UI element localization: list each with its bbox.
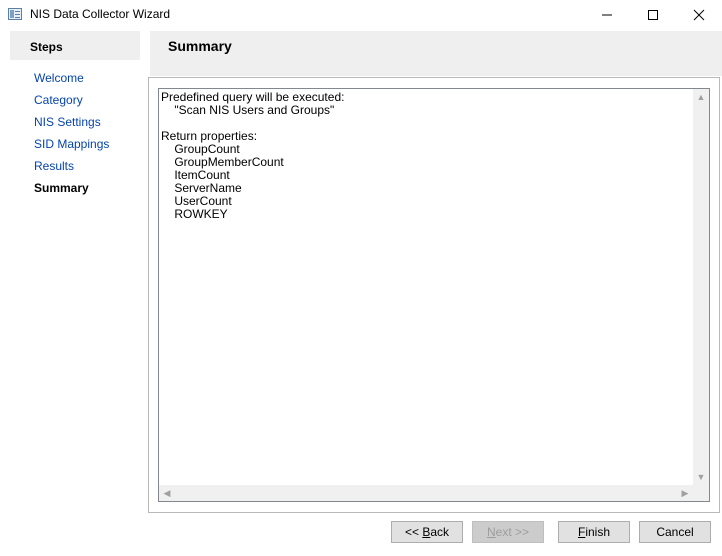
scroll-up-icon[interactable]: ▲ <box>693 89 709 105</box>
finish-button-label: inish <box>585 525 611 539</box>
summary-line: ROWKEY <box>161 207 228 221</box>
content-header: Summary <box>150 31 722 76</box>
step-summary: Summary <box>34 181 89 195</box>
close-button[interactable] <box>676 0 722 30</box>
steps-header: Steps <box>30 40 63 54</box>
maximize-button[interactable] <box>630 0 676 30</box>
steps-panel: Steps Welcome Category NIS Settings SID … <box>10 31 140 207</box>
close-icon <box>693 9 705 21</box>
app-icon <box>8 8 22 20</box>
summary-textbox[interactable]: Predefined query will be executed: "Scan… <box>158 88 710 502</box>
scroll-down-icon[interactable]: ▼ <box>693 469 709 485</box>
page-title: Summary <box>168 38 232 54</box>
scroll-right-icon[interactable]: ▶ <box>677 485 693 501</box>
minimize-icon <box>602 14 612 16</box>
scroll-corner <box>693 485 709 501</box>
back-button-prefix: << <box>404 525 423 539</box>
window-title: NIS Data Collector Wizard <box>30 7 171 21</box>
next-button-mnemonic: N <box>486 525 496 539</box>
step-welcome[interactable]: Welcome <box>34 71 84 85</box>
step-sid-mappings[interactable]: SID Mappings <box>34 137 109 151</box>
step-results[interactable]: Results <box>34 159 74 173</box>
maximize-icon <box>648 10 658 20</box>
cancel-button[interactable]: Cancel <box>639 521 711 543</box>
back-button-label: ack <box>430 525 450 539</box>
title-bar: NIS Data Collector Wizard <box>0 0 722 30</box>
summary-line: "Scan NIS Users and Groups" <box>161 103 335 117</box>
back-button[interactable]: << Back <box>391 521 463 543</box>
scroll-left-icon[interactable]: ◀ <box>159 485 175 501</box>
next-button[interactable]: Next >> <box>472 521 544 543</box>
next-button-label: ext >> <box>495 525 530 539</box>
vertical-scrollbar[interactable]: ▲ ▼ <box>693 89 709 485</box>
horizontal-scrollbar[interactable]: ◀ ▶ <box>159 485 693 501</box>
step-nis-settings[interactable]: NIS Settings <box>34 115 101 129</box>
minimize-button[interactable] <box>584 0 630 30</box>
finish-button[interactable]: Finish <box>558 521 630 543</box>
step-category[interactable]: Category <box>34 93 83 107</box>
